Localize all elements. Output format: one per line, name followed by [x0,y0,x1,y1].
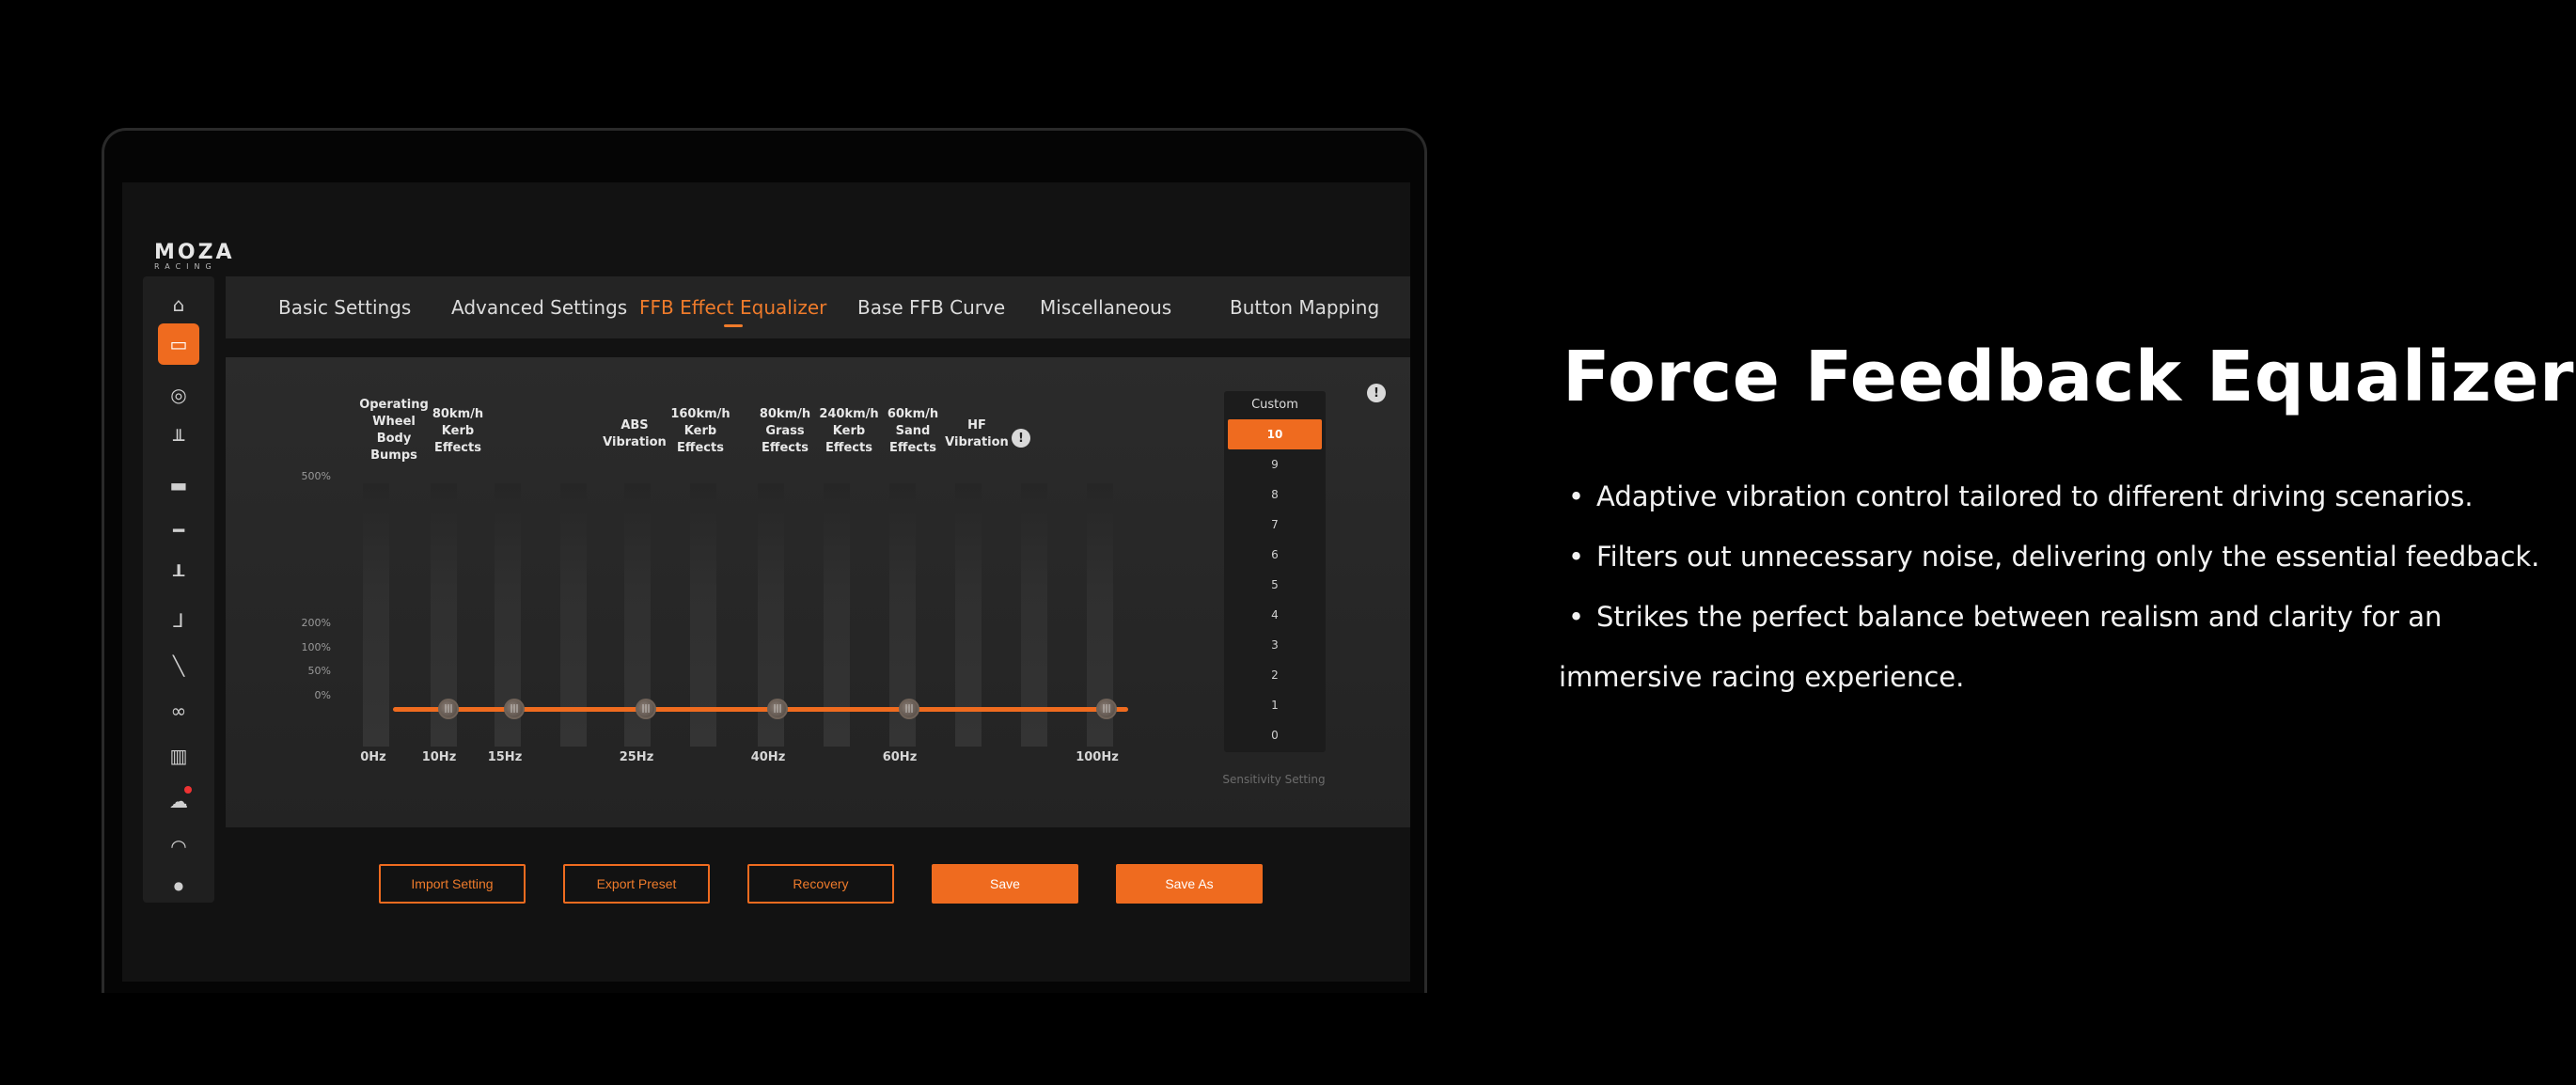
pedals-icon[interactable]: ╨ [162,423,196,457]
sensitivity-info-icon[interactable]: ! [1367,384,1386,402]
promo-title: Force Feedback Equalizer [1563,337,2574,417]
cloud-upload-glyph: ☁ [169,790,188,812]
shifter-icon[interactable]: ┸ [162,558,196,592]
sensitivity-option-7[interactable]: 7 [1224,510,1326,540]
stick-icon[interactable]: ⅃ [162,604,196,637]
sensitivity-selector: Custom 10 9 8 7 6 5 4 3 2 1 0 [1224,391,1326,752]
tab-miscellaneous[interactable]: Miscellaneous [1040,276,1171,338]
band-label-160kmh-kerb: 160km/h Kerb Effects [670,407,730,455]
sensitivity-caption: Sensitivity Setting [1222,773,1326,786]
bullet-3: Strikes the perfect balance between real… [1559,587,2555,707]
tab-button-mapping[interactable]: Button Mapping [1230,276,1379,338]
import-setting-button[interactable]: Import Setting [379,864,526,904]
bullet-3-text: Strikes the perfect balance between real… [1596,601,2442,633]
y-label-100: 100% [301,641,331,653]
sensitivity-option-9[interactable]: 9 [1224,449,1326,480]
sensitivity-option-5[interactable]: 5 [1224,570,1326,600]
y-label-0: 0% [314,689,331,701]
bullet-1: Adaptive vibration control tailored to d… [1568,466,2555,527]
eq-knob-25hz[interactable]: ||| [636,699,656,719]
y-label-500: 500% [301,470,331,482]
sensitivity-option-0[interactable]: 0 [1224,720,1326,750]
tab-bar: Basic Settings Advanced Settings FFB Eff… [226,276,1410,338]
sensitivity-option-1[interactable]: 1 [1224,690,1326,720]
library-icon[interactable]: ▥ [162,739,196,773]
app-window: MOZA RACING ⌂ ▭ ◎ ╨ ▬ ━ ┸ ⅃ ╲ ∞ ▥ ☁ ◠ ● … [122,182,1410,982]
tab-basic-settings[interactable]: Basic Settings [278,276,411,338]
sensitivity-option-4[interactable]: 4 [1224,600,1326,630]
slider-track[interactable] [363,483,389,747]
sensitivity-option-2[interactable]: 2 [1224,660,1326,690]
info-icon[interactable]: ! [1012,429,1030,448]
moza-logo: MOZA RACING [154,241,235,271]
lever-icon[interactable]: ╲ [162,649,196,683]
bullet-2: Filters out unnecessary noise, deliverin… [1568,527,2555,587]
glasses-icon[interactable]: ∞ [162,694,196,728]
band-label-80kmh-kerb: 80km/h Kerb Effects [432,407,484,455]
y-label-200: 200% [301,617,331,629]
sensitivity-option-8[interactable]: 8 [1224,480,1326,510]
dashboard-icon[interactable]: ▬ [162,468,196,502]
laptop-frame: MOZA RACING ⌂ ▭ ◎ ╨ ▬ ━ ┸ ⅃ ╲ ∞ ▥ ☁ ◠ ● … [102,128,1427,993]
bullet-3-continuation: immersive racing experience. [1559,661,1965,693]
eq-knob-100hz[interactable]: ||| [1096,699,1117,719]
sensitivity-option-10[interactable]: 10 [1228,419,1322,449]
eq-knob-15hz[interactable]: ||| [504,699,525,719]
x-label-0hz: 0Hz [360,750,386,764]
home-icon[interactable]: ⌂ [162,288,196,322]
profile-icon[interactable]: ● [162,874,196,897]
tab-base-ffb-curve[interactable]: Base FFB Curve [857,276,1005,338]
tab-ffb-effect-equalizer[interactable]: FFB Effect Equalizer [639,276,826,338]
sensitivity-option-6[interactable]: 6 [1224,540,1326,570]
sensitivity-header: Custom [1251,398,1298,412]
tab-advanced-settings[interactable]: Advanced Settings [451,276,627,338]
sidebar: ⌂ ▭ ◎ ╨ ▬ ━ ┸ ⅃ ╲ ∞ ▥ ☁ ◠ ● [143,276,214,903]
x-label-10hz: 10Hz [421,750,457,764]
sensitivity-option-3[interactable]: 3 [1224,630,1326,660]
x-label-60hz: 60Hz [882,750,918,764]
notification-dot [184,786,192,794]
x-label-25hz: 25Hz [619,750,654,764]
speedometer-icon[interactable]: ◠ [162,829,196,863]
eq-knob-40hz[interactable]: ||| [767,699,788,719]
band-label-hf-vibration: HF Vibration [945,418,1009,449]
x-label-15hz: 15Hz [487,750,523,764]
eq-knob-10hz[interactable]: ||| [438,699,459,719]
x-label-100hz: 100Hz [1076,750,1119,764]
promo-bullets: Adaptive vibration control tailored to d… [1559,466,2555,707]
x-label-40hz: 40Hz [750,750,786,764]
export-preset-button[interactable]: Export Preset [563,864,710,904]
save-as-button[interactable]: Save As [1116,864,1263,904]
y-label-50: 50% [307,665,331,677]
save-button[interactable]: Save [932,864,1078,904]
handbrake-bar-icon[interactable]: ━ [162,513,196,547]
cloud-upload-icon[interactable]: ☁ [162,784,196,818]
steering-wheel-icon[interactable]: ◎ [162,378,196,412]
wheelbase-icon[interactable]: ▭ [158,323,199,365]
recovery-button[interactable]: Recovery [747,864,894,904]
eq-knob-60hz[interactable]: ||| [899,699,919,719]
